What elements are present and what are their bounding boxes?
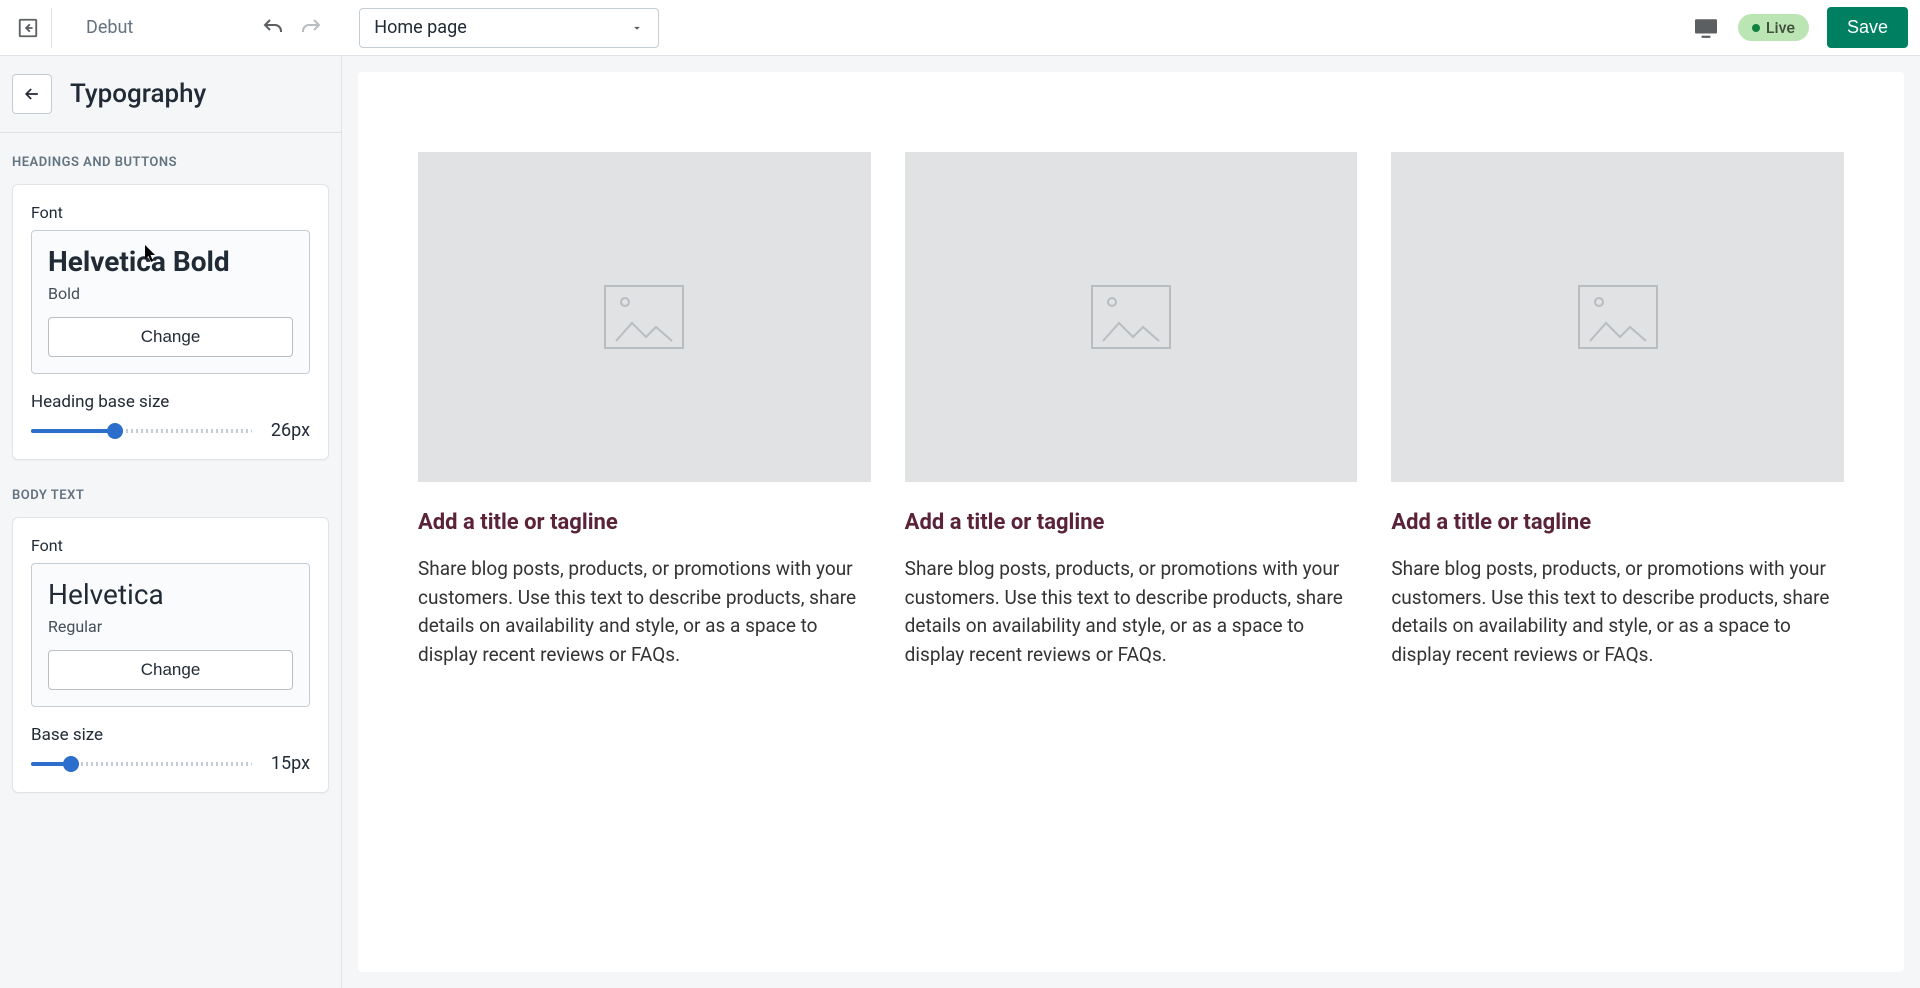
body-font-name: Helvetica — [48, 578, 293, 611]
body-size-slider[interactable] — [31, 755, 252, 773]
chevron-down-icon — [630, 21, 644, 35]
column: Add a title or tagline Share blog posts,… — [418, 152, 871, 669]
arrow-left-icon — [22, 84, 42, 104]
undo-button[interactable] — [259, 14, 287, 42]
heading-size-slider-wrap: 26px — [31, 420, 310, 441]
heading-size-row: Heading base size 26px — [31, 392, 310, 441]
column: Add a title or tagline Share blog posts,… — [1391, 152, 1844, 669]
section-label-headings: HEADINGS AND BUTTONS — [0, 133, 341, 178]
headings-font-preview: Helvetica Bold Bold Change — [31, 230, 310, 374]
image-placeholder-icon — [1578, 285, 1658, 349]
headings-font-card: Font Helvetica Bold Bold Change Heading … — [12, 184, 329, 460]
back-button[interactable] — [12, 74, 52, 114]
body-font-style: Regular — [48, 617, 293, 636]
topbar-left: Debut Home page — [12, 8, 659, 48]
main: Typography HEADINGS AND BUTTONS Font Hel… — [0, 56, 1920, 988]
column-title[interactable]: Add a title or tagline — [418, 510, 871, 535]
live-dot-icon — [1752, 24, 1760, 32]
panel-title: Typography — [70, 79, 206, 109]
preview-pane: Add a title or tagline Share blog posts,… — [342, 56, 1920, 988]
live-badge: Live — [1738, 14, 1809, 41]
preview-content: Add a title or tagline Share blog posts,… — [358, 72, 1904, 972]
section-label-body: BODY TEXT — [0, 466, 341, 511]
image-placeholder[interactable] — [418, 152, 871, 482]
body-font-card: Font Helvetica Regular Change Base size … — [12, 517, 329, 793]
save-button[interactable]: Save — [1827, 7, 1908, 48]
heading-size-value: 26px — [266, 420, 310, 441]
image-placeholder[interactable] — [905, 152, 1358, 482]
column-title[interactable]: Add a title or tagline — [905, 510, 1358, 535]
undo-icon — [261, 16, 285, 40]
column-title[interactable]: Add a title or tagline — [1391, 510, 1844, 535]
page-selector[interactable]: Home page — [359, 8, 659, 48]
slider-thumb[interactable] — [63, 756, 79, 772]
column-text[interactable]: Share blog posts, products, or promotion… — [1391, 555, 1844, 669]
headings-font-name: Helvetica Bold — [48, 245, 293, 278]
exit-icon — [17, 17, 39, 39]
body-size-row: Base size 15px — [31, 725, 310, 774]
body-font-preview: Helvetica Regular Change — [31, 563, 310, 707]
columns-grid: Add a title or tagline Share blog posts,… — [418, 152, 1844, 669]
live-label: Live — [1766, 18, 1795, 37]
body-change-button[interactable]: Change — [48, 650, 293, 690]
topbar-right: Live Save — [1692, 7, 1908, 48]
column: Add a title or tagline Share blog posts,… — [905, 152, 1358, 669]
body-size-label: Base size — [31, 725, 310, 745]
slider-thumb[interactable] — [107, 423, 123, 439]
page-selector-label: Home page — [374, 17, 466, 38]
font-label: Font — [31, 536, 310, 555]
image-placeholder[interactable] — [1391, 152, 1844, 482]
body-size-value: 15px — [266, 753, 310, 774]
headings-change-button[interactable]: Change — [48, 317, 293, 357]
topbar: Debut Home page Live Save — [0, 0, 1920, 56]
exit-button[interactable] — [12, 8, 52, 48]
image-placeholder-icon — [1091, 285, 1171, 349]
panel-header: Typography — [0, 56, 341, 133]
desktop-view-icon[interactable] — [1692, 17, 1720, 39]
column-text[interactable]: Share blog posts, products, or promotion… — [418, 555, 871, 669]
column-text[interactable]: Share blog posts, products, or promotion… — [905, 555, 1358, 669]
redo-icon — [299, 16, 323, 40]
slider-fill — [31, 429, 115, 433]
heading-size-slider[interactable] — [31, 422, 252, 440]
sidebar: Typography HEADINGS AND BUTTONS Font Hel… — [0, 56, 342, 988]
headings-font-style: Bold — [48, 284, 293, 303]
heading-size-label: Heading base size — [31, 392, 310, 412]
redo-button[interactable] — [297, 14, 325, 42]
image-placeholder-icon — [604, 285, 684, 349]
undo-redo-group — [259, 14, 325, 42]
body-size-slider-wrap: 15px — [31, 753, 310, 774]
theme-name: Debut — [76, 17, 143, 38]
font-label: Font — [31, 203, 310, 222]
